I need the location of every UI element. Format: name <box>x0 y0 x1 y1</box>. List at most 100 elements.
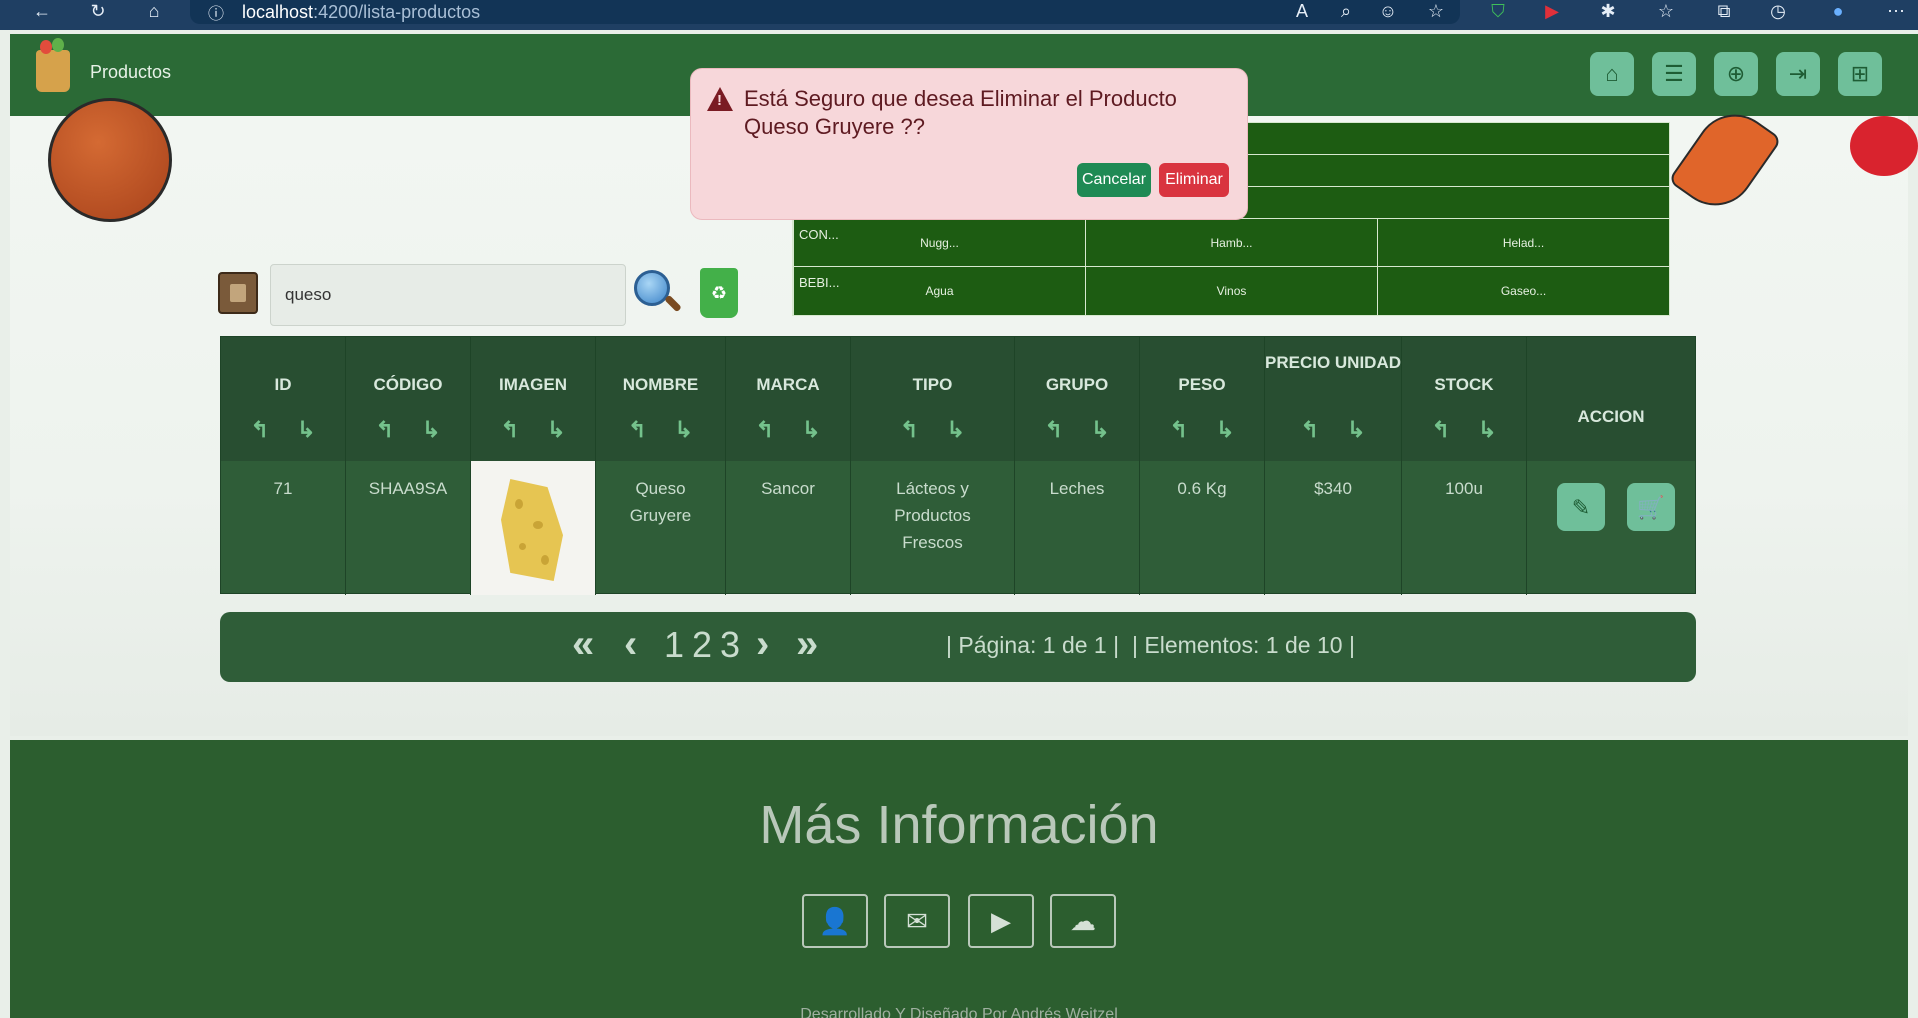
category-label: BEBI... <box>799 275 840 290</box>
cell-tipo: Lácteos y Productos Frescos <box>851 461 1015 595</box>
cancel-button[interactable]: Cancelar <box>1077 163 1151 197</box>
sort-asc-icon[interactable]: ↰ <box>376 417 394 443</box>
sort-desc-icon[interactable]: ↳ <box>1216 417 1234 443</box>
page-number[interactable]: 3 <box>720 624 740 666</box>
last-page-icon[interactable]: » <box>796 622 818 667</box>
sort-asc-icon[interactable]: ↰ <box>1170 417 1188 443</box>
sort-controls: ↰ ↳ <box>1140 417 1264 443</box>
apps-grid-nav-icon[interactable]: ⊞ <box>1838 52 1882 96</box>
cell-precio: $340 <box>1265 461 1402 595</box>
column-header-marca: MARCA ↰ ↳ <box>726 337 851 461</box>
column-header-id: ID ↰ ↳ <box>221 337 346 461</box>
page-number[interactable]: 1 <box>664 624 684 666</box>
category-item[interactable]: Vinos <box>1085 267 1377 315</box>
sort-asc-icon[interactable]: ↰ <box>756 417 774 443</box>
sort-asc-icon[interactable]: ↰ <box>251 417 269 443</box>
sort-asc-icon[interactable]: ↰ <box>628 417 646 443</box>
sort-asc-icon[interactable]: ↰ <box>1432 417 1450 443</box>
back-icon[interactable]: ← <box>30 0 54 22</box>
more-menu-icon[interactable]: ⋯ <box>1884 0 1908 22</box>
browser-toolbar: ← ↻ ⌂ ⓘ localhost:4200/lista-productos A… <box>0 0 1918 30</box>
category-item[interactable]: Helad... <box>1377 219 1669 266</box>
add-to-cart-icon[interactable]: 🛒 <box>1627 483 1675 531</box>
edit-pencil-icon[interactable]: ✎ <box>1557 483 1605 531</box>
history-icon[interactable]: ◷ <box>1766 0 1790 22</box>
column-header-label: ACCION <box>1577 407 1645 426</box>
elements-info: | Elementos: 1 de 10 | <box>1132 632 1355 658</box>
sort-desc-icon[interactable]: ↳ <box>1091 417 1109 443</box>
search-input[interactable] <box>270 264 626 326</box>
video-extension-icon[interactable]: ▶ <box>1540 0 1564 22</box>
radish-decoration <box>1850 116 1918 176</box>
previous-page-icon[interactable]: ‹ <box>624 622 637 667</box>
recycle-bin-icon[interactable]: ♻ <box>700 268 738 318</box>
search-icon[interactable] <box>634 270 682 316</box>
column-header-label: PESO <box>1178 375 1226 394</box>
user-icon[interactable]: 👤 <box>802 894 868 948</box>
column-header-nombre: NOMBRE ↰ ↳ <box>596 337 726 461</box>
sort-desc-icon[interactable]: ↳ <box>802 417 820 443</box>
delete-button[interactable]: Eliminar <box>1159 163 1229 197</box>
sort-controls: ↰ ↳ <box>1402 417 1526 443</box>
column-header-grupo: GRUPO ↰ ↳ <box>1015 337 1140 461</box>
footer-title: Más Información <box>759 795 1159 855</box>
site-info-icon[interactable]: ⓘ <box>208 0 224 24</box>
sort-desc-icon[interactable]: ↳ <box>422 417 440 443</box>
cheese-hole <box>533 521 543 529</box>
home-nav-icon[interactable]: ⌂ <box>1590 52 1634 96</box>
sort-desc-icon[interactable]: ↳ <box>1347 417 1365 443</box>
sort-controls: ↰ ↳ <box>1265 417 1401 443</box>
cheese-hole <box>541 555 549 565</box>
video-play-icon[interactable]: ▶ <box>968 894 1034 948</box>
first-page-icon[interactable]: « <box>572 622 594 667</box>
envelope-icon[interactable]: ✉ <box>884 894 950 948</box>
page-title[interactable]: Productos <box>90 62 171 83</box>
table-row: 71 SHAA9SA Queso Gruyere Sancor Lácteos … <box>221 461 1695 595</box>
grocery-bag-logo-icon[interactable] <box>36 38 70 92</box>
column-header-precio-unidad: PRECIO UNIDAD ↰ ↳ <box>1265 337 1402 461</box>
favorites-icon[interactable]: ☆ <box>1654 0 1678 22</box>
column-header-label: CÓDIGO <box>373 375 443 394</box>
sort-asc-icon[interactable]: ↰ <box>501 417 519 443</box>
extensions-icon[interactable]: ✱ <box>1596 0 1620 22</box>
sort-desc-icon[interactable]: ↳ <box>675 417 693 443</box>
column-header-label: PRECIO UNIDAD <box>1265 353 1402 372</box>
profile-icon[interactable]: ☺ <box>1376 0 1400 22</box>
favorite-add-icon[interactable]: ☆ <box>1424 0 1448 22</box>
table-header: ID ↰ ↳ CÓDIGO ↰ ↳ IMAGEN ↰ ↳ NOMBRE ↰ ↳ MARC… <box>221 337 1695 461</box>
avatar-icon[interactable]: ● <box>1826 0 1850 22</box>
products-table: ID ↰ ↳ CÓDIGO ↰ ↳ IMAGEN ↰ ↳ NOMBRE ↰ ↳ MARC… <box>220 336 1696 595</box>
cell-nombre: Queso Gruyere <box>596 461 726 595</box>
read-aloud-icon[interactable]: A <box>1290 0 1314 22</box>
footer-credit: Desarrollado Y Diseñado Por Andrés Weitz… <box>800 1006 1118 1018</box>
sort-desc-icon[interactable]: ↳ <box>947 417 965 443</box>
sort-asc-icon[interactable]: ↰ <box>1045 417 1063 443</box>
shield-icon[interactable]: ⛉ <box>1486 0 1510 22</box>
list-nav-icon[interactable]: ☰ <box>1652 52 1696 96</box>
folder-add-nav-icon[interactable]: ⊕ <box>1714 52 1758 96</box>
sort-asc-icon[interactable]: ↰ <box>900 417 918 443</box>
page-number[interactable]: 2 <box>692 624 712 666</box>
sort-controls: ↰ ↳ <box>851 417 1014 443</box>
sort-desc-icon[interactable]: ↳ <box>297 417 315 443</box>
refresh-icon[interactable]: ↻ <box>86 0 110 22</box>
footer: Más Información 👤 ✉ ▶ ☁ Desarrollado Y D… <box>10 740 1908 1018</box>
cloud-download-icon[interactable]: ☁ <box>1050 894 1116 948</box>
warning-icon <box>707 87 733 111</box>
category-item[interactable]: Gaseo... <box>1377 267 1669 315</box>
cell-imagen <box>471 461 596 595</box>
address-bar[interactable]: ⓘ localhost:4200/lista-productos <box>190 0 1460 24</box>
sort-controls: ↰ ↳ <box>346 417 470 443</box>
category-row: CON... Nugg... Hamb... Helad... <box>793 219 1669 267</box>
sort-desc-icon[interactable]: ↳ <box>547 417 565 443</box>
cell-grupo: Leches <box>1015 461 1140 595</box>
sort-asc-icon[interactable]: ↰ <box>1301 417 1319 443</box>
zoom-icon[interactable]: ⌕ <box>1334 0 1358 22</box>
home-icon[interactable]: ⌂ <box>142 0 166 22</box>
sort-desc-icon[interactable]: ↳ <box>1478 417 1496 443</box>
next-page-icon[interactable]: › <box>756 622 769 667</box>
category-item[interactable]: Hamb... <box>1085 219 1377 266</box>
collections-icon[interactable]: ⧉ <box>1712 0 1736 22</box>
orange-decoration <box>48 98 172 222</box>
logout-nav-icon[interactable]: ⇥ <box>1776 52 1820 96</box>
